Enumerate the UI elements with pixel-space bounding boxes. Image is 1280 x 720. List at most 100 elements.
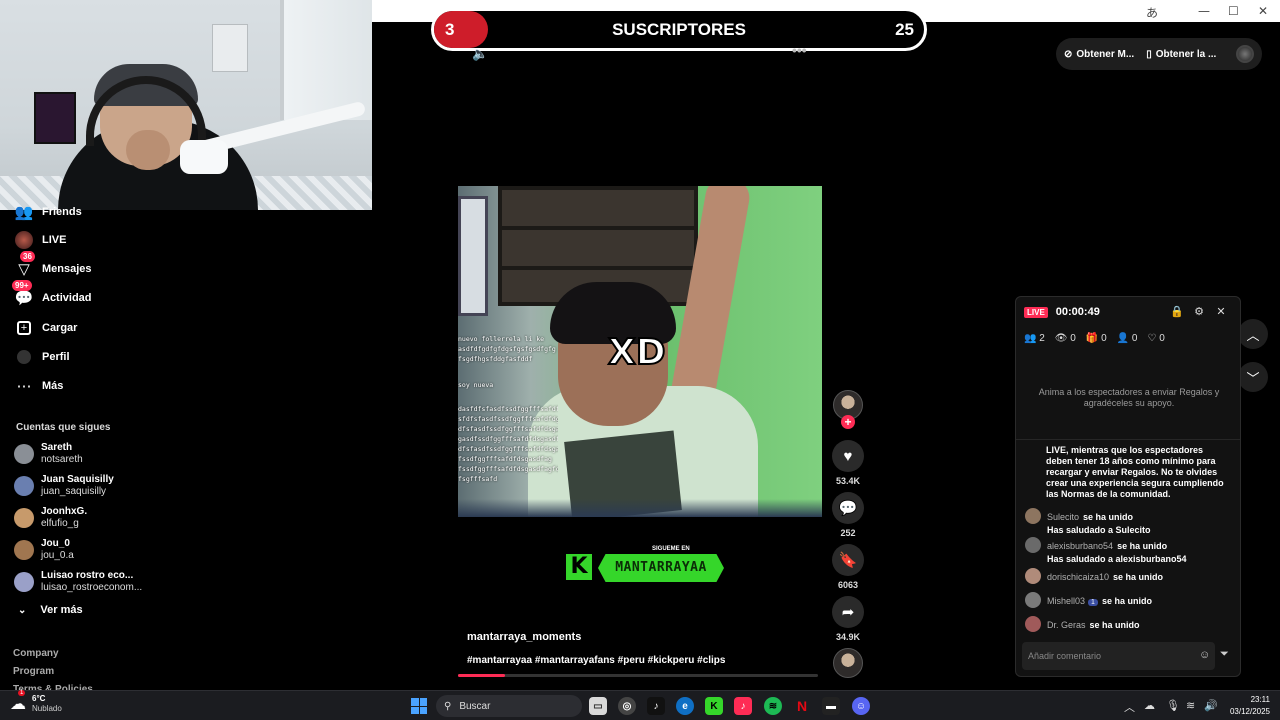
chevron-down-icon: ⌄	[18, 604, 27, 616]
cloud-icon: ☁ 1	[10, 690, 26, 713]
footer-link-company[interactable]: Company	[13, 648, 59, 659]
chevron-up-icon: ︿	[1246, 327, 1260, 343]
weather-temp: 6°C	[32, 694, 46, 703]
follow-plus-icon[interactable]: +	[841, 415, 855, 429]
system-clock[interactable]: 23:11 03/12/2025	[1226, 694, 1270, 718]
live-timer: 00:00:49	[1055, 306, 1100, 318]
post-hashtags[interactable]: #mantarrayaa #mantarrayafans #peru #kick…	[467, 655, 725, 666]
user-avatar[interactable]	[1236, 45, 1254, 63]
activity-icon: 💬 99+	[12, 280, 34, 308]
sidebar-item-messages[interactable]: ▽ 36 Mensajes	[14, 251, 92, 281]
sidebar-item-live[interactable]: LIVE	[14, 228, 66, 252]
sidebar-item-label: Perfil	[42, 351, 70, 363]
following-item[interactable]: JoonhxG. elfufio_g	[14, 506, 87, 530]
chat-user[interactable]: dorischicaiza10	[1047, 572, 1109, 582]
chat-user[interactable]: alexisburbano54	[1047, 541, 1113, 551]
following-item[interactable]: Luisao rostro eco... luisao_rostroeconom.…	[14, 570, 142, 594]
gear-icon[interactable]: ⚙	[1188, 305, 1210, 318]
subscriber-title: SUSCRIPTORES	[612, 20, 746, 39]
edge-icon[interactable]: e	[676, 697, 694, 715]
chrome-icon[interactable]: ◎	[618, 697, 636, 715]
minimize-button[interactable]: —	[1198, 4, 1210, 18]
discord-icon[interactable]: ☺	[852, 697, 870, 715]
close-icon[interactable]: ✕	[1210, 305, 1232, 318]
video-progress-bar[interactable]	[458, 674, 818, 677]
video-player[interactable]: nuevo follerrela li ke asdfdfgdfgfdgsfgs…	[458, 186, 822, 517]
previous-video-button[interactable]: ︿	[1238, 319, 1268, 349]
sidebar-item-label: Cargar	[42, 322, 78, 334]
video-scribble-mid: soy nueva	[458, 381, 494, 389]
chevron-up-icon[interactable]: ︿	[1124, 699, 1135, 715]
task-view-icon[interactable]: ▭	[589, 697, 607, 715]
wifi-icon[interactable]: ≋	[1186, 699, 1195, 712]
avatar	[14, 572, 34, 592]
sidebar-item-upload[interactable]: + Cargar	[14, 316, 77, 340]
following-item[interactable]: Sareth notsareth	[14, 442, 83, 466]
next-video-button[interactable]: ﹀	[1238, 362, 1268, 392]
chevron-down-icon: ﹀	[1246, 370, 1260, 386]
sidebar-item-label: Más	[42, 380, 64, 392]
gift-invite-text: Anima a los espectadores a enviar Regalo…	[1038, 387, 1220, 408]
see-more-button[interactable]: ⌄ Ver más	[18, 604, 83, 616]
spotify-icon[interactable]: ≋	[764, 697, 782, 715]
netflix-icon[interactable]: N	[793, 697, 811, 715]
following-item[interactable]: Jou_0 jou_0.a	[14, 538, 74, 562]
maximize-button[interactable]: ☐	[1228, 4, 1239, 18]
taskbar-search[interactable]: ⚲ Buscar	[436, 695, 582, 717]
kick-app-icon[interactable]: K	[705, 697, 723, 715]
video-bottom-shade	[458, 499, 822, 517]
profile-icon	[14, 347, 34, 367]
weather-widget[interactable]: ☁ 1 6°C Nublado	[10, 690, 62, 714]
share-icon: ➦	[841, 604, 855, 621]
translate-icon[interactable]: あ	[1146, 4, 1158, 21]
save-count: 6063	[837, 580, 859, 590]
avatar	[1025, 537, 1041, 553]
following-item[interactable]: Juan Saquisilly juan_saquisilly	[14, 474, 114, 498]
chat-message: Dr. Geras se ha unido	[1025, 615, 1235, 633]
sidebar-item-profile[interactable]: Perfil	[14, 345, 70, 369]
tiktok-icon[interactable]: ♪	[647, 697, 665, 715]
windows-start-icon[interactable]	[411, 698, 427, 714]
kick-channel-name: MANTARRAYAA	[615, 560, 707, 575]
volume-icon[interactable]: 🔈	[472, 46, 488, 62]
community-notice: LIVE, mientras que los espectadores debe…	[1046, 445, 1224, 499]
post-author[interactable]: mantarraya_moments	[467, 631, 581, 643]
sidebar-item-friends[interactable]: 👥 Friends	[14, 200, 82, 224]
sidebar-item-more[interactable]: ⋯ Más	[14, 374, 64, 398]
emoji-icon[interactable]: ☺	[1199, 649, 1210, 661]
chat-user[interactable]: Sulecito	[1047, 512, 1079, 522]
get-coins-button[interactable]: ⊘ Obtener M...	[1064, 49, 1134, 60]
share-count: 34.9K	[835, 632, 861, 642]
lock-icon[interactable]: 🔒	[1166, 305, 1188, 318]
like-button[interactable]: ♥	[832, 440, 864, 472]
live-icon	[14, 230, 34, 250]
comment-button[interactable]: 💬	[832, 492, 864, 524]
sidebar-item-activity[interactable]: 💬 99+ Actividad	[12, 280, 92, 310]
avatar	[1025, 508, 1041, 524]
save-button[interactable]: 🔖	[832, 544, 864, 576]
chat-user[interactable]: Mishell03	[1047, 596, 1085, 606]
microphone-icon[interactable]: 🎙	[1166, 699, 1180, 712]
onedrive-icon[interactable]: ☁	[1144, 699, 1155, 712]
footer-link-program[interactable]: Program	[13, 666, 54, 677]
avatar	[14, 508, 34, 528]
filter-icon[interactable]: ⏷	[1220, 648, 1229, 661]
chat-message: dorischicaiza10 se ha unido	[1025, 567, 1235, 585]
kick-logo-icon: K	[566, 554, 592, 580]
share-button[interactable]: ➦	[832, 596, 864, 628]
get-app-button[interactable]: ▯ Obtener la ...	[1146, 49, 1216, 60]
divider	[1016, 439, 1240, 440]
following-name: Luisao rostro eco...	[41, 570, 134, 581]
speaker-icon[interactable]: 🔊	[1204, 699, 1218, 712]
next-creator-avatar[interactable]	[833, 648, 863, 678]
chat-user[interactable]: Dr. Geras	[1047, 620, 1086, 630]
sidebar-item-label: Mensajes	[42, 263, 92, 275]
chat-action: se ha unido	[1101, 596, 1152, 606]
comment-input[interactable]	[1022, 642, 1215, 670]
close-window-button[interactable]: ✕	[1258, 4, 1268, 18]
obs-icon[interactable]: ▬	[822, 697, 840, 715]
taskbar: ☁ 1 6°C Nublado ⚲ Buscar ▭ ◎ ♪ e K ♪ ≋ N …	[0, 690, 1280, 720]
comment-field[interactable]	[1022, 642, 1215, 670]
more-options-icon[interactable]: •••	[792, 42, 807, 58]
tiktok-live-icon[interactable]: ♪	[734, 697, 752, 715]
